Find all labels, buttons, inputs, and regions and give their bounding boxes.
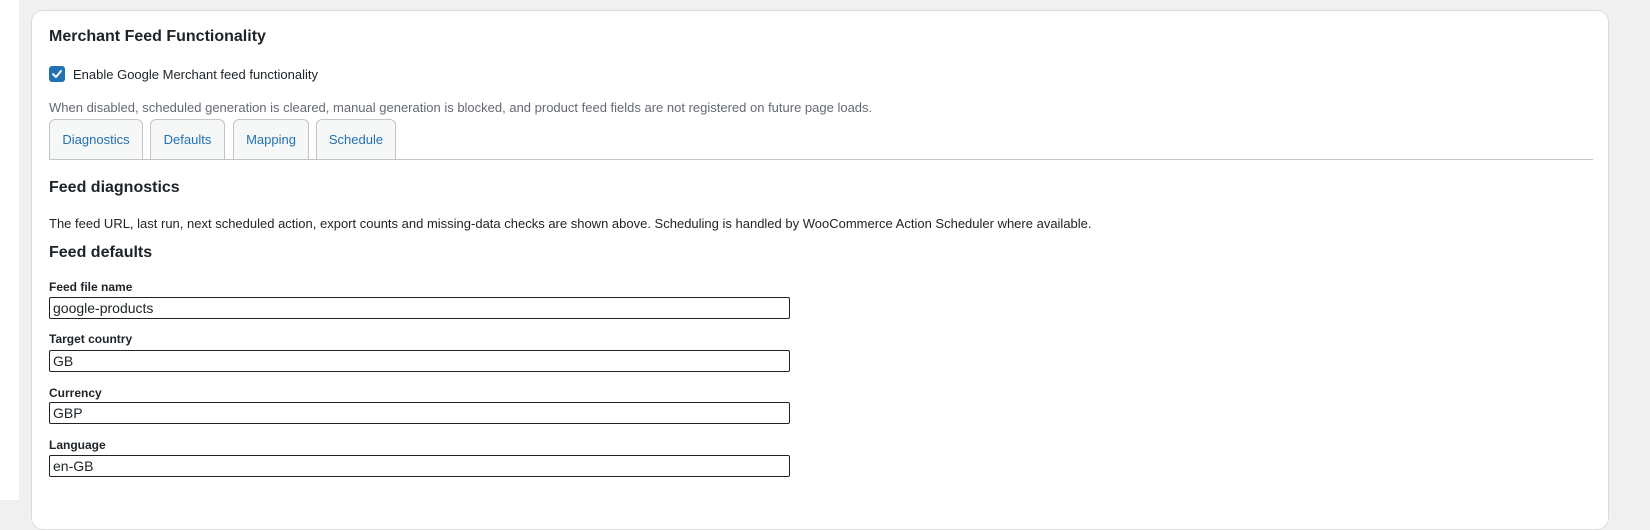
- settings-panel: Merchant Feed Functionality Enable Googl…: [31, 10, 1609, 530]
- defaults-heading: Feed defaults: [49, 244, 153, 261]
- tab-bar: Diagnostics Defaults Mapping Schedule: [49, 119, 1593, 160]
- language-label: Language: [49, 438, 106, 452]
- tab-diagnostics[interactable]: Diagnostics: [49, 119, 143, 159]
- diagnostics-heading: Feed diagnostics: [49, 179, 180, 196]
- tab-defaults[interactable]: Defaults: [150, 119, 225, 159]
- feed-file-name-label: Feed file name: [49, 280, 133, 294]
- panel-title: Merchant Feed Functionality: [49, 28, 266, 45]
- target-country-input[interactable]: [49, 350, 790, 372]
- disable-note: When disabled, scheduled generation is c…: [49, 100, 873, 115]
- checkmark-icon: [52, 70, 62, 78]
- currency-input[interactable]: [49, 402, 790, 424]
- diagnostics-description: The feed URL, last run, next scheduled a…: [49, 216, 1092, 231]
- feed-file-name-input[interactable]: [49, 297, 790, 319]
- enable-feed-label[interactable]: Enable Google Merchant feed functionalit…: [73, 67, 318, 82]
- enable-feed-checkbox[interactable]: [49, 66, 65, 82]
- currency-label: Currency: [49, 386, 102, 400]
- left-margin: [0, 0, 19, 500]
- enable-feed-row[interactable]: Enable Google Merchant feed functionalit…: [49, 66, 318, 82]
- tab-schedule[interactable]: Schedule: [316, 119, 396, 159]
- target-country-label: Target country: [49, 332, 133, 346]
- tab-mapping[interactable]: Mapping: [233, 119, 309, 159]
- language-input[interactable]: [49, 455, 790, 477]
